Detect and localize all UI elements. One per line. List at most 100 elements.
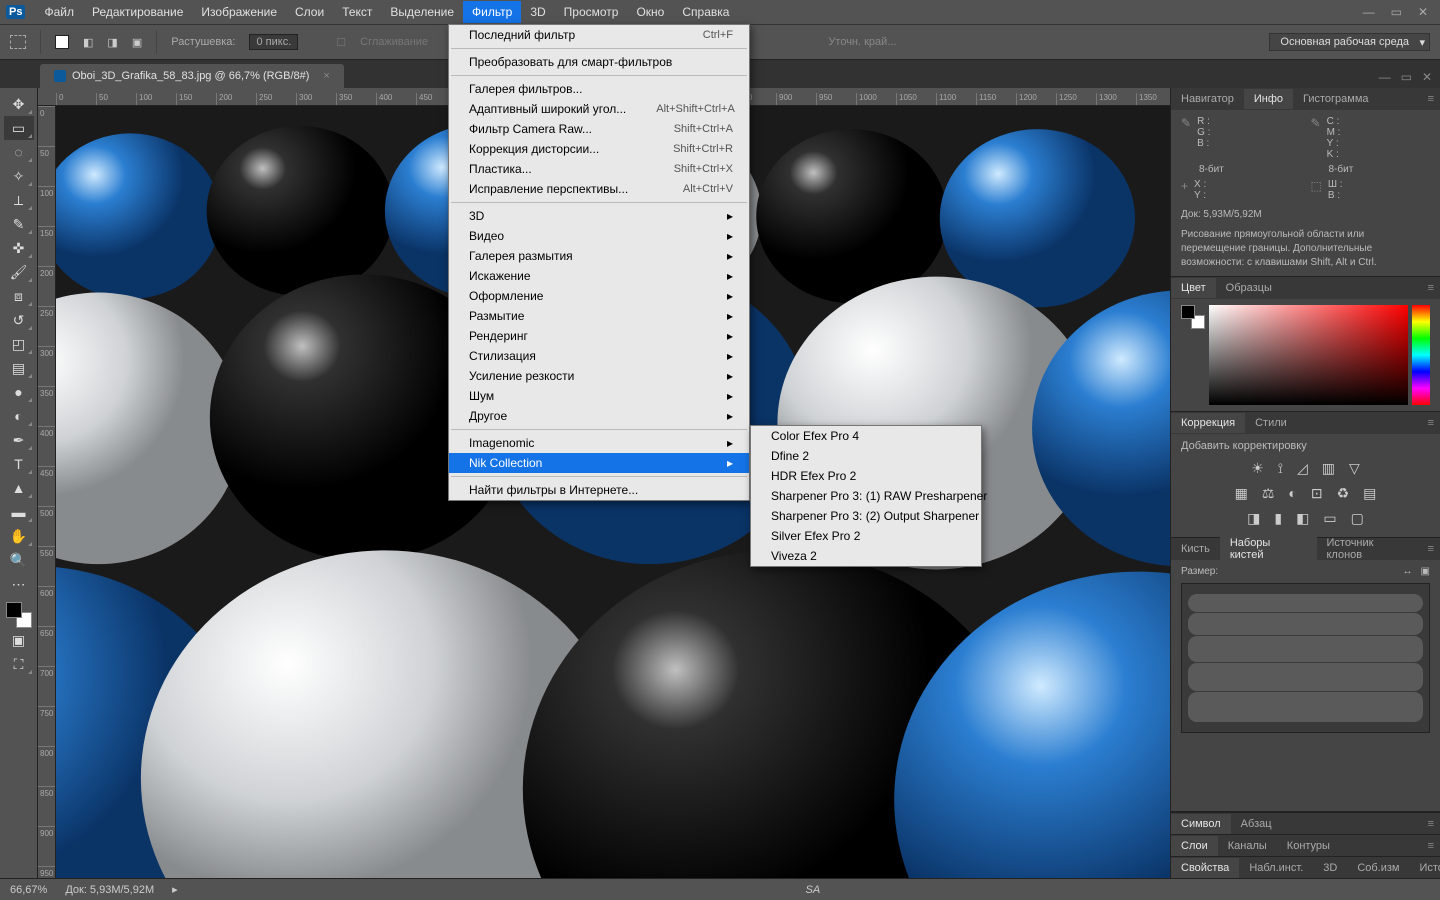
feather-value[interactable]: 0 пикс. [249,34,298,50]
menu-convert-smart[interactable]: Преобразовать для смарт-фильтров [449,52,749,72]
brush-preview-list[interactable] [1181,583,1430,733]
adj-invert-icon[interactable]: ◨ [1247,510,1260,527]
adj-levels-icon[interactable]: ⟟ [1278,460,1283,477]
adj-posterize-icon[interactable]: ▮ [1274,510,1282,527]
menu-camera-raw[interactable]: Фильтр Camera Raw...Shift+Ctrl+A [449,119,749,139]
menu-select[interactable]: Выделение [381,1,463,23]
panel-menu-icon[interactable]: ≡ [1422,818,1440,830]
adj-photo-icon[interactable]: ⊡ [1311,485,1323,502]
menu-plugin-imagenomic[interactable]: Imagenomic▸ [449,433,749,453]
tool-lasso[interactable]: ◌ [4,140,34,164]
menu-window[interactable]: Окно [627,1,673,23]
tab-tool-presets[interactable]: Набл.инст. [1239,858,1313,878]
color-fgbg[interactable] [1181,305,1205,329]
tool-brush[interactable]: 🖌 [4,260,34,284]
tool-magic-wand[interactable]: ✧ [4,164,34,188]
tool-history-brush[interactable]: ↺ [4,308,34,332]
tool-gradient[interactable]: ▤ [4,356,34,380]
nik-silver-efex[interactable]: Silver Efex Pro 2 [751,526,981,546]
selection-add-icon[interactable]: ◧ [83,36,93,49]
panel-menu-icon[interactable]: ≡ [1422,93,1440,105]
panel-menu-icon[interactable]: ≡ [1422,543,1440,555]
menu-sub-render[interactable]: Рендеринг▸ [449,326,749,346]
tool-eyedropper[interactable]: ✎ [4,212,34,236]
adj-balance-icon[interactable]: ⚖ [1262,485,1275,502]
window-maximize-icon[interactable]: ▭ [1391,5,1402,19]
menu-3d[interactable]: 3D [521,1,554,23]
tab-brush[interactable]: Кисть [1171,539,1220,559]
tool-type[interactable]: T [4,452,34,476]
tab-navigator[interactable]: Навигатор [1171,89,1244,109]
color-field[interactable] [1209,305,1408,405]
selection-intersect-icon[interactable]: ▣ [132,36,142,49]
window-minimize-icon[interactable]: — [1363,5,1375,19]
menu-sub-pixelate[interactable]: Оформление▸ [449,286,749,306]
tab-3d[interactable]: 3D [1313,858,1347,878]
menu-wide-angle[interactable]: Адаптивный широкий угол...Alt+Shift+Ctrl… [449,99,749,119]
menu-filter-gallery[interactable]: Галерея фильтров... [449,79,749,99]
workspace-selector[interactable]: Основная рабочая среда [1269,33,1430,51]
tab-paths[interactable]: Контуры [1277,836,1340,856]
vertical-ruler[interactable]: 0501001502002503003504004505005506006507… [38,106,56,878]
menu-sub-video[interactable]: Видео▸ [449,226,749,246]
tab-layers[interactable]: Слои [1171,836,1218,856]
tab-channels[interactable]: Каналы [1218,836,1277,856]
tool-path-select[interactable]: ▲ [4,476,34,500]
selection-subtract-icon[interactable]: ◨ [107,36,117,49]
panel-menu-icon[interactable]: ≡ [1422,417,1440,429]
menu-vanishing-point[interactable]: Исправление перспективы...Alt+Ctrl+V [449,179,749,199]
tab-character[interactable]: Символ [1171,814,1231,834]
adj-hue-icon[interactable]: ▦ [1235,485,1248,502]
menu-text[interactable]: Текст [333,1,381,23]
tool-move[interactable]: ✥ [4,92,34,116]
antialias-checkbox[interactable]: ☐ [336,36,346,49]
panel-menu-icon[interactable]: ≡ [1422,282,1440,294]
menu-image[interactable]: Изображение [192,1,286,23]
menu-help[interactable]: Справка [673,1,738,23]
tool-marquee[interactable]: ▭ [4,116,34,140]
menu-view[interactable]: Просмотр [555,1,628,23]
tool-dodge[interactable]: ◐ [4,404,34,428]
adj-mixer-icon[interactable]: ♻ [1337,485,1350,502]
nik-sharpener-output[interactable]: Sharpener Pro 3: (2) Output Sharpener [751,506,981,526]
tab-paragraph[interactable]: Абзац [1231,814,1282,834]
tool-crop[interactable]: ⟂ [4,188,34,212]
brush-new-icon[interactable]: ▣ [1421,566,1430,577]
adj-threshold-icon[interactable]: ◧ [1296,510,1309,527]
document-tab[interactable]: Oboi_3D_Grafika_58_83.jpg @ 66,7% (RGB/8… [40,64,344,88]
marquee-preset-icon[interactable] [10,35,26,49]
adj-selective-icon[interactable]: ▢ [1351,510,1364,527]
menu-sub-other[interactable]: Другое▸ [449,406,749,426]
tool-stamp[interactable]: ⧈ [4,284,34,308]
brush-flip-icon[interactable]: ↔ [1403,566,1413,577]
status-zoom[interactable]: 66,67% [10,884,47,896]
nik-color-efex[interactable]: Color Efex Pro 4 [751,426,981,446]
refine-edge-button[interactable]: Уточн. край... [828,36,896,48]
foreground-background-colors[interactable] [6,602,32,628]
panel-menu-icon[interactable]: ≡ [1422,840,1440,852]
menu-edit[interactable]: Редактирование [83,1,192,23]
tab-close-icon[interactable]: × [323,70,329,82]
tab-histogram[interactable]: Гистограмма [1293,89,1379,109]
menu-filter[interactable]: Фильтр [463,1,521,23]
tab-info[interactable]: Инфо [1244,89,1293,109]
selection-new-icon[interactable] [55,35,69,49]
tool-screenmode[interactable]: ⛶ [4,652,34,676]
tab-styles[interactable]: Стили [1245,413,1297,433]
nik-dfine[interactable]: Dfine 2 [751,446,981,466]
menu-lens-correction[interactable]: Коррекция дисторсии...Shift+Ctrl+R [449,139,749,159]
doc-restore-icon[interactable]: ▭ [1401,70,1412,84]
menu-sub-blur-gallery[interactable]: Галерея размытия▸ [449,246,749,266]
tool-edit-toolbar[interactable]: ⋯ [4,572,34,596]
adj-vibrance-icon[interactable]: ▽ [1349,460,1360,477]
hue-slider[interactable] [1412,305,1430,405]
tab-history[interactable]: История [1409,858,1440,878]
menu-last-filter[interactable]: Последний фильтрCtrl+F [449,25,749,45]
menu-liquify[interactable]: Пластика...Shift+Ctrl+X [449,159,749,179]
tool-quickmask[interactable]: ▣ [4,628,34,652]
nik-sharpener-raw[interactable]: Sharpener Pro 3: (1) RAW Presharpener [751,486,981,506]
menu-layers[interactable]: Слои [286,1,333,23]
tab-adjustments[interactable]: Коррекция [1171,413,1245,433]
adj-exposure-icon[interactable]: ▥ [1322,460,1335,477]
doc-close-icon[interactable]: ✕ [1422,70,1432,84]
